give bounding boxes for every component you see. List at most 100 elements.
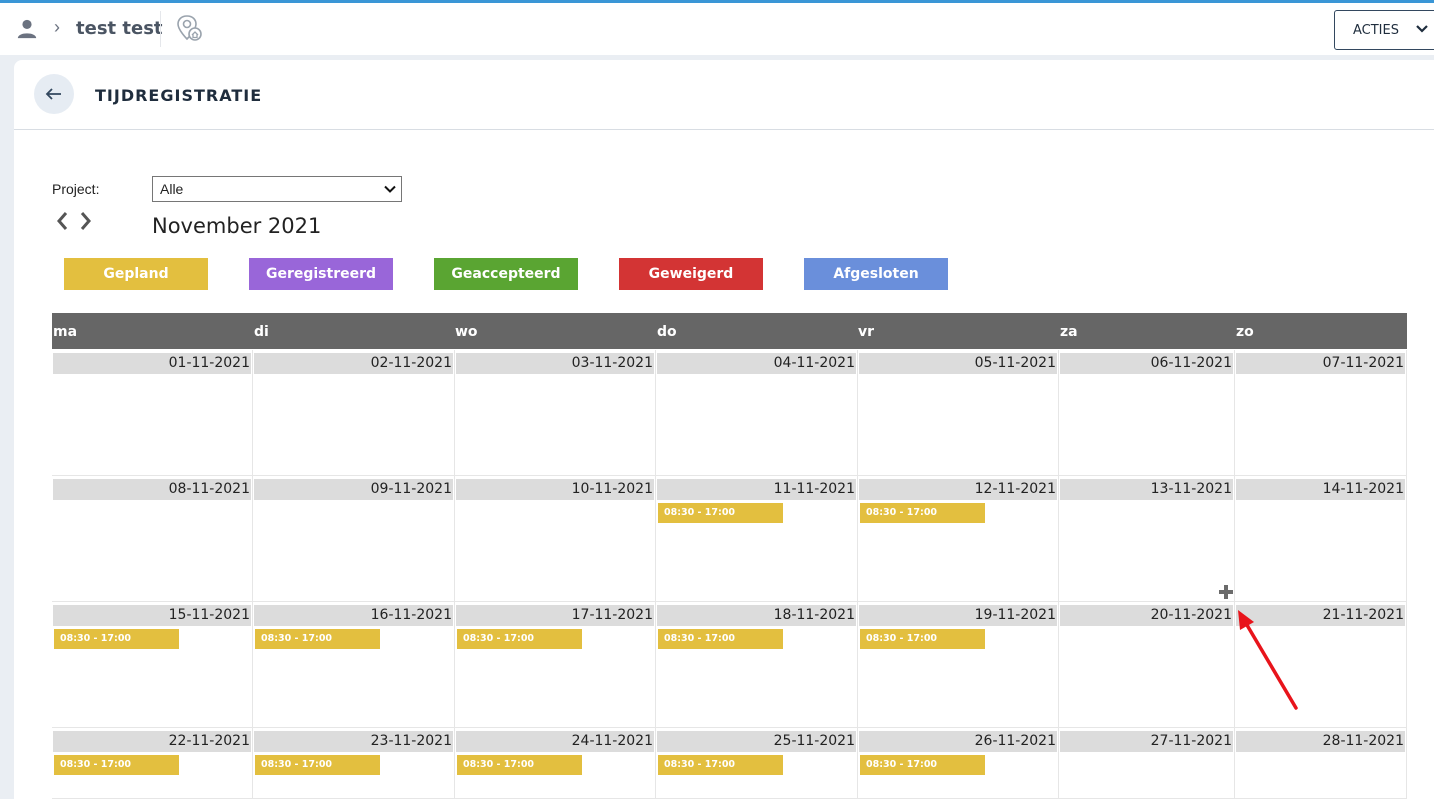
calendar-day-cell[interactable]: 09-11-2021 [253,476,455,602]
location-home-icon[interactable] [174,13,204,43]
calendar-day-date: 11-11-2021 [657,479,856,500]
calendar-day-date: 12-11-2021 [859,479,1057,500]
calendar-day-cell[interactable]: 01-11-2021 [52,350,253,476]
legend-geweigerd[interactable]: Geweigerd [619,258,763,290]
calendar-day-date: 28-11-2021 [1236,731,1405,752]
day-name: wo [455,324,478,340]
calendar-event[interactable]: 08:30 - 17:00 [658,755,783,775]
calendar-day-cell[interactable]: 20-11-2021 [1059,602,1235,728]
calendar-event[interactable]: 08:30 - 17:00 [54,755,179,775]
project-select[interactable]: Alle [152,176,402,202]
header-divider [14,129,1434,130]
calendar-day-cell[interactable]: 12-11-2021 08:30 - 17:00 [858,476,1059,602]
chevron-right-icon[interactable] [78,210,94,232]
calendar-day-date: 20-11-2021 [1060,605,1233,626]
legend-gepland[interactable]: Gepland [64,258,208,290]
calendar-day-date: 08-11-2021 [53,479,251,500]
page-title: TIJDREGISTRATIE [95,86,263,105]
calendar-event[interactable]: 08:30 - 17:00 [658,629,783,649]
calendar-day-cell[interactable]: 10-11-2021 [455,476,656,602]
calendar-day-cell[interactable]: 06-11-2021 [1059,350,1235,476]
actions-dropdown[interactable]: ACTIES [1334,10,1434,50]
breadcrumb[interactable]: test test [76,18,163,39]
calendar-day-cell[interactable]: 07-11-2021 [1235,350,1407,476]
calendar-day-cell[interactable]: 17-11-2021 08:30 - 17:00 [455,602,656,728]
day-name: di [254,324,269,340]
calendar-day-cell[interactable]: 13-11-2021 [1059,476,1235,602]
chevron-down-icon [1416,25,1428,33]
calendar-day-cell[interactable]: 24-11-2021 08:30 - 17:00 [455,728,656,799]
back-button[interactable] [34,74,74,114]
calendar-day-date: 15-11-2021 [53,605,251,626]
top-bar: › test test ACTIES [0,3,1434,55]
calendar-event[interactable]: 08:30 - 17:00 [255,629,380,649]
breadcrumb-chevron-icon: › [54,17,60,37]
calendar-event[interactable]: 08:30 - 17:00 [54,629,179,649]
calendar-day-cell[interactable]: 04-11-2021 [656,350,858,476]
chevron-down-icon [384,185,396,193]
calendar-day-cell[interactable]: 02-11-2021 [253,350,455,476]
calendar-day-date: 27-11-2021 [1060,731,1233,752]
calendar-day-date: 14-11-2021 [1236,479,1405,500]
legend-geaccepteerd[interactable]: Geaccepteerd [434,258,578,290]
calendar-day-date: 03-11-2021 [456,353,654,374]
legend-label: Geaccepteerd [451,266,561,282]
calendar-day-date: 06-11-2021 [1060,353,1233,374]
calendar-day-cell[interactable]: 03-11-2021 [455,350,656,476]
calendar-day-date: 07-11-2021 [1236,353,1405,374]
calendar-day-date: 23-11-2021 [254,731,453,752]
calendar-event[interactable]: 08:30 - 17:00 [860,629,985,649]
calendar-event[interactable]: 08:30 - 17:00 [860,755,985,775]
calendar-day-date: 18-11-2021 [657,605,856,626]
calendar-day-date: 04-11-2021 [657,353,856,374]
calendar-day-cell[interactable]: 18-11-2021 08:30 - 17:00 [656,602,858,728]
calendar-day-date: 10-11-2021 [456,479,654,500]
chevron-left-icon[interactable] [54,210,70,232]
calendar-day-cell[interactable]: 19-11-2021 08:30 - 17:00 [858,602,1059,728]
calendar-day-cell[interactable]: 28-11-2021 [1235,728,1407,799]
calendar-event[interactable]: 08:30 - 17:00 [255,755,380,775]
calendar-day-cell[interactable]: 05-11-2021 [858,350,1059,476]
calendar-day-cell[interactable]: 23-11-2021 08:30 - 17:00 [253,728,455,799]
calendar-day-cell[interactable]: 26-11-2021 08:30 - 17:00 [858,728,1059,799]
legend-geregistreerd[interactable]: Geregistreerd [249,258,393,290]
calendar-day-cell[interactable]: 27-11-2021 [1059,728,1235,799]
plus-icon[interactable] [1218,584,1234,600]
day-name: zo [1236,324,1254,340]
legend-label: Geregistreerd [265,266,377,282]
calendar-day-date: 01-11-2021 [53,353,251,374]
legend-afgesloten[interactable]: Afgesloten [804,258,948,290]
calendar-day-cell[interactable]: 14-11-2021 [1235,476,1407,602]
day-name: ma [53,324,78,340]
day-name: do [657,324,677,340]
person-icon[interactable] [16,18,38,40]
legend-label: Geweigerd [648,266,734,282]
calendar-day-date: 26-11-2021 [859,731,1057,752]
calendar-day-cell[interactable]: 08-11-2021 [52,476,253,602]
calendar-day-date: 02-11-2021 [254,353,453,374]
calendar-header: ma di wo do vr za zo [52,313,1407,349]
calendar-event[interactable]: 08:30 - 17:00 [658,503,783,523]
calendar-event[interactable]: 08:30 - 17:00 [457,629,582,649]
calendar-day-date: 17-11-2021 [456,605,654,626]
calendar-day-date: 25-11-2021 [657,731,856,752]
calendar-day-cell[interactable]: 11-11-2021 08:30 - 17:00 [656,476,858,602]
calendar-day-cell[interactable]: 15-11-2021 08:30 - 17:00 [52,602,253,728]
legend-label: Gepland [103,266,169,282]
annotation-arrow [1238,610,1298,710]
calendar-day-date: 16-11-2021 [254,605,453,626]
legend-label: Afgesloten [833,266,919,282]
calendar-day-cell[interactable]: 22-11-2021 08:30 - 17:00 [52,728,253,799]
calendar-day-cell[interactable]: 25-11-2021 08:30 - 17:00 [656,728,858,799]
project-select-value: Alle [160,181,184,197]
month-title: November 2021 [152,214,322,238]
topbar-separator [160,11,161,47]
calendar-event[interactable]: 08:30 - 17:00 [457,755,582,775]
calendar-event[interactable]: 08:30 - 17:00 [860,503,985,523]
calendar-day-date: 05-11-2021 [859,353,1057,374]
day-name: za [1060,324,1078,340]
calendar-day-date: 19-11-2021 [859,605,1057,626]
calendar-day-cell[interactable]: 16-11-2021 08:30 - 17:00 [253,602,455,728]
arrow-left-icon [45,88,61,100]
calendar-day-date: 24-11-2021 [456,731,654,752]
